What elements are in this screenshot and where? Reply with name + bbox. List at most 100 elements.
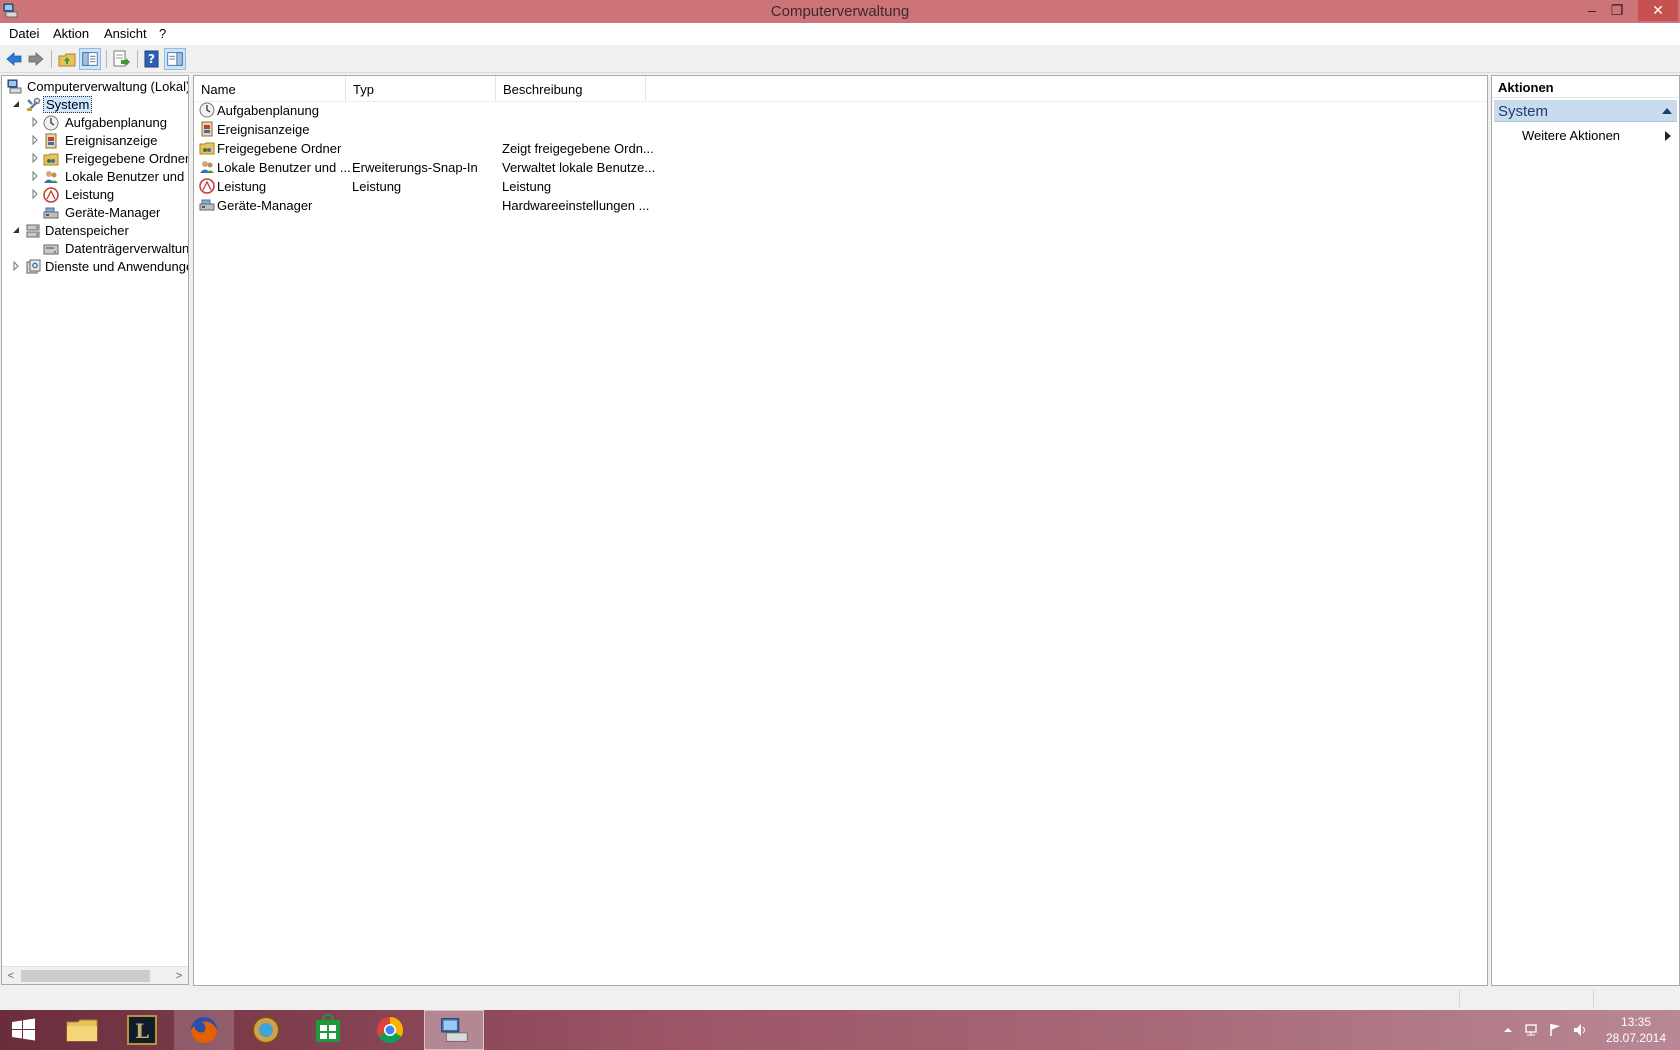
- tree-label-lokale-benutzer: Lokale Benutzer und Gr: [65, 169, 189, 184]
- computer-management-taskbar-icon[interactable]: [424, 1010, 484, 1050]
- tree-item-datenspeicher[interactable]: Datenspeicher: [2, 222, 188, 240]
- tree-label-freigegebene-ordner: Freigegebene Ordner: [65, 151, 189, 166]
- maximize-button[interactable]: ❐: [1600, 0, 1634, 21]
- tree-item-aufgabenplanung[interactable]: Aufgabenplanung: [2, 114, 188, 132]
- back-icon[interactable]: [3, 48, 25, 70]
- cell-name: Lokale Benutzer und ...: [217, 160, 351, 175]
- performance-icon: [199, 178, 215, 194]
- cell-type: Erweiterungs-Snap-In: [352, 160, 478, 175]
- window-title: Computerverwaltung: [770, 3, 910, 20]
- taskbar: L 13:35 28.07.2014: [0, 1010, 1680, 1050]
- tree-item-freigegebene-ordner[interactable]: Freigegebene Ordner: [2, 150, 188, 168]
- tree-item-system[interactable]: System: [2, 96, 188, 114]
- volume-icon[interactable]: [1572, 1022, 1588, 1038]
- device-manager-icon: [43, 207, 59, 219]
- network-icon[interactable]: [1524, 1022, 1540, 1038]
- scroll-right-arrow-icon[interactable]: >: [172, 969, 186, 983]
- expand-arrow-icon[interactable]: [31, 189, 39, 199]
- actions-pane: Aktionen System Weitere Aktionen: [1491, 75, 1680, 986]
- event-viewer-icon: [201, 121, 213, 137]
- tree-item-dienste[interactable]: Dienste und Anwendungen: [2, 258, 188, 276]
- tree-item-datentraegerverwaltung[interactable]: Datenträgerverwaltung: [2, 240, 188, 258]
- column-header-typ[interactable]: Typ: [346, 76, 496, 101]
- users-icon: [200, 161, 214, 173]
- expand-arrow-icon[interactable]: [31, 135, 39, 145]
- windows-start-icon[interactable]: [0, 1010, 48, 1050]
- show-hide-action-pane-icon[interactable]: [164, 48, 186, 70]
- column-header-beschreibung[interactable]: Beschreibung: [496, 76, 646, 101]
- tree-item-lokale-benutzer[interactable]: Lokale Benutzer und Gr: [2, 168, 188, 186]
- services-icon: [26, 259, 41, 274]
- cell-type: Leistung: [352, 179, 402, 194]
- submenu-arrow-icon: [1665, 131, 1671, 141]
- tree-item-ereignisanzeige[interactable]: Ereignisanzeige: [2, 132, 188, 150]
- actions-header: Aktionen: [1492, 76, 1679, 98]
- action-center-flag-icon[interactable]: [1547, 1022, 1563, 1038]
- cell-name: Geräte-Manager: [217, 198, 313, 213]
- expand-arrow-icon[interactable]: [31, 171, 39, 181]
- action-weitere-aktionen[interactable]: Weitere Aktionen: [1522, 128, 1620, 143]
- collapse-section-icon[interactable]: [1662, 108, 1672, 114]
- help-icon[interactable]: ?: [141, 48, 163, 70]
- table-row[interactable]: Aufgabenplanung: [194, 101, 894, 120]
- scroll-thumb[interactable]: [21, 970, 150, 982]
- windows-store-icon[interactable]: [298, 1010, 358, 1050]
- collapse-arrow-icon[interactable]: [12, 99, 20, 109]
- menu-aktion[interactable]: Aktion: [53, 26, 89, 41]
- menu-ansicht[interactable]: Ansicht: [104, 26, 147, 41]
- expand-arrow-icon[interactable]: [31, 153, 39, 163]
- clock-icon: [199, 102, 215, 118]
- table-row[interactable]: Lokale Benutzer und ... Erweiterungs-Sna…: [194, 158, 894, 177]
- table-row[interactable]: Freigegebene Ordner Zeigt freigegebene O…: [194, 139, 894, 158]
- toolbar: ?: [0, 45, 1680, 73]
- hearthstone-icon[interactable]: [236, 1010, 296, 1050]
- menu-datei[interactable]: Datei: [9, 26, 39, 41]
- cell-name: Leistung: [217, 179, 267, 194]
- tree-item-root[interactable]: Computerverwaltung (Lokal): [2, 78, 188, 96]
- tree-label-root: Computerverwaltung (Lokal): [27, 79, 189, 94]
- tree-label-dienste: Dienste und Anwendungen: [45, 259, 189, 274]
- tree-item-leistung[interactable]: Leistung: [2, 186, 188, 204]
- cell-description: Verwaltet lokale Benutze...: [502, 160, 656, 175]
- close-button[interactable]: ✕: [1638, 0, 1678, 21]
- export-list-icon[interactable]: [110, 48, 132, 70]
- status-divider: [1459, 989, 1460, 1007]
- actions-section-system[interactable]: System: [1494, 100, 1677, 122]
- console-tree: Computerverwaltung (Lokal) System Aufgab…: [1, 75, 189, 985]
- cell-name: Ereignisanzeige: [217, 122, 310, 137]
- tray-overflow-icon[interactable]: [1500, 1022, 1516, 1038]
- result-list: Name Typ Beschreibung Aufgabenplanung Er…: [193, 75, 1488, 986]
- table-row[interactable]: Ereignisanzeige: [194, 120, 894, 139]
- tree-item-geraete-manager[interactable]: Geräte-Manager: [2, 204, 188, 222]
- table-row[interactable]: Geräte-Manager Hardwareeinstellungen ...: [194, 196, 894, 215]
- cell-name: Aufgabenplanung: [217, 103, 319, 118]
- expand-arrow-icon[interactable]: [12, 261, 20, 271]
- device-manager-icon: [199, 199, 215, 211]
- up-folder-icon[interactable]: [56, 48, 78, 70]
- menu-help[interactable]: ?: [159, 26, 166, 41]
- title-bar: Computerverwaltung – ❐ ✕: [0, 0, 1680, 23]
- cell-description: Zeigt freigegebene Ordn...: [502, 141, 654, 156]
- disk-management-icon: [43, 244, 59, 255]
- column-header-name[interactable]: Name: [194, 76, 346, 101]
- tree-label-datentraegerverwaltung: Datenträgerverwaltung: [65, 241, 189, 256]
- cell-description: Leistung: [502, 179, 552, 194]
- collapse-arrow-icon[interactable]: [12, 225, 20, 235]
- shared-folder-icon: [43, 153, 59, 166]
- menu-bar: Datei Aktion Ansicht ?: [0, 23, 1680, 45]
- tree-label-system: System: [43, 96, 93, 113]
- table-row[interactable]: Leistung Leistung Leistung: [194, 177, 894, 196]
- tree-label-aufgabenplanung: Aufgabenplanung: [65, 115, 167, 130]
- scroll-left-arrow-icon[interactable]: <: [4, 969, 18, 983]
- taskbar-clock[interactable]: 13:35 28.07.2014: [1600, 1014, 1672, 1046]
- expand-arrow-icon[interactable]: [31, 117, 39, 127]
- forward-icon[interactable]: [25, 48, 47, 70]
- system-tools-icon: [27, 97, 41, 111]
- clock-icon: [43, 115, 59, 131]
- file-explorer-icon[interactable]: [52, 1010, 112, 1050]
- league-of-legends-icon[interactable]: L: [112, 1010, 172, 1050]
- show-hide-tree-icon[interactable]: [79, 48, 101, 70]
- tree-horizontal-scrollbar[interactable]: < >: [2, 966, 188, 984]
- firefox-icon[interactable]: [174, 1010, 234, 1050]
- chrome-icon[interactable]: [360, 1010, 420, 1050]
